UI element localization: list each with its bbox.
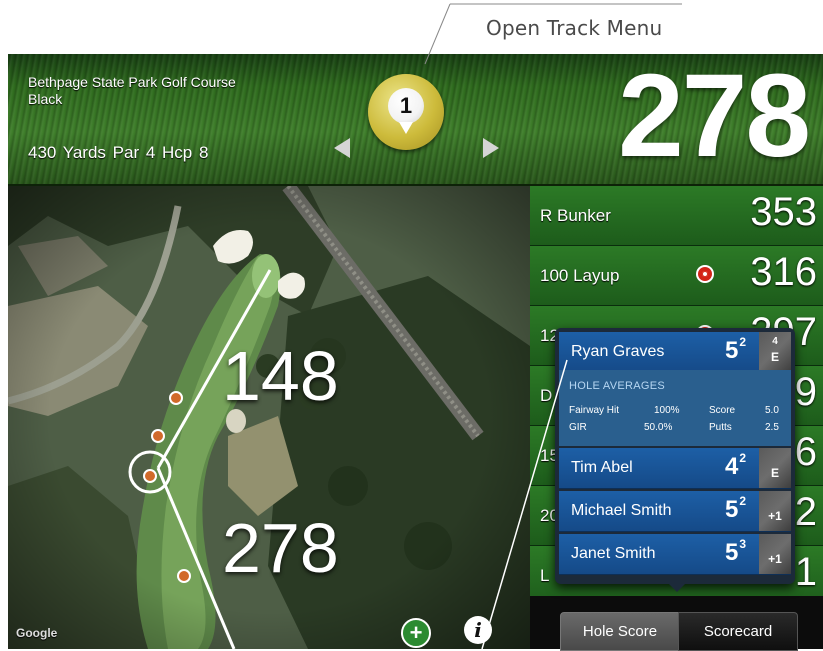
putts-value: 2.5 <box>765 422 779 433</box>
hole-selector-button[interactable]: 1 <box>368 74 444 150</box>
add-marker-button[interactable]: + <box>401 618 431 648</box>
to-par-value: E <box>770 350 779 364</box>
score-strokes: 4 <box>725 453 739 480</box>
bottom-bar: Hole Score Scorecard <box>530 596 823 651</box>
target-distance: 353 <box>750 190 817 234</box>
to-par-badge: E <box>759 448 791 488</box>
target-distance: 316 <box>750 250 817 294</box>
score-putts: 2 <box>739 494 747 508</box>
popup-pointer <box>667 582 687 592</box>
score-label: Score <box>709 405 736 416</box>
player-score: 42 <box>725 451 747 481</box>
player-row[interactable]: Ryan Graves 52 4 E <box>559 332 791 373</box>
to-par-badge: +1 <box>759 491 791 531</box>
hole-averages-panel: HOLE AVERAGES Fairway Hit 100% Score 5.0… <box>559 370 791 446</box>
player-name: Janet Smith <box>571 545 656 562</box>
putts-label: Putts <box>709 422 732 433</box>
player-score: 52 <box>725 494 747 524</box>
score-popup: Ryan Graves 52 4 E HOLE AVERAGES Fairway… <box>555 328 795 592</box>
player-row[interactable]: Michael Smith 52 +1 <box>559 491 791 532</box>
to-par-value: E <box>770 466 779 480</box>
map-distance-label-1: 148 <box>222 337 339 415</box>
score-putts: 2 <box>739 451 747 465</box>
hole-score-tab[interactable]: Hole Score <box>560 612 680 651</box>
scorecard-tab[interactable]: Scorecard <box>678 612 798 651</box>
hole-number: 1 <box>399 93 413 118</box>
to-par-badge: +1 <box>759 534 791 574</box>
target-distance: 6 <box>794 430 817 474</box>
to-par-value: +1 <box>768 509 782 523</box>
previous-hole-icon[interactable] <box>334 138 350 158</box>
course-name-block: Bethpage State Park Golf Course Black <box>28 74 236 108</box>
target-label: D <box>540 386 553 405</box>
player-score: 53 <box>725 537 747 567</box>
target-label: 100 Layup <box>540 266 620 285</box>
tee-icon <box>399 122 413 134</box>
player-name: Ryan Graves <box>571 343 665 360</box>
plus-icon: + <box>409 620 423 645</box>
score-putts: 2 <box>739 335 747 349</box>
course-header: Bethpage State Park Golf Course Black 43… <box>8 50 823 186</box>
next-hole-icon[interactable] <box>483 138 499 158</box>
target-distance: 2 <box>794 490 817 534</box>
hole-info: 430 Yards Par 4 Hcp 8 <box>28 143 209 162</box>
player-name: Tim Abel <box>571 459 633 476</box>
score-value: 5.0 <box>765 405 779 416</box>
player-row[interactable]: Tim Abel 42 E <box>559 448 791 489</box>
score-putts: 3 <box>739 537 747 551</box>
target-distance: 1 <box>794 550 817 594</box>
score-strokes: 5 <box>725 496 739 523</box>
map-attribution: Google <box>16 626 58 640</box>
map-distance-label-2: 278 <box>222 509 339 587</box>
averages-title: HOLE AVERAGES <box>569 380 666 392</box>
score-strokes: 5 <box>725 337 739 364</box>
target-label: L <box>540 566 550 585</box>
info-icon: i <box>474 618 482 642</box>
player-name: Michael Smith <box>571 502 672 519</box>
distance-to-green: 278 <box>618 50 811 182</box>
fairway-label: Fairway Hit <box>569 405 620 416</box>
golf-ball-icon: 1 <box>388 88 424 124</box>
target-distance: 9 <box>794 370 817 414</box>
gir-label: GIR <box>569 422 587 433</box>
player-score: 52 <box>725 335 747 365</box>
target-row[interactable]: 100 Layup 316 <box>530 246 823 306</box>
to-par-value: +1 <box>768 552 782 566</box>
callout-open-track-menu: Open Track Menu <box>486 16 663 40</box>
gir-value: 50.0% <box>644 422 673 433</box>
target-row[interactable]: R Bunker 353 <box>530 186 823 246</box>
course-name: Bethpage State Park Golf Course <box>28 74 236 90</box>
tee-name: Black <box>28 91 63 107</box>
hole-map[interactable]: 148 278 Google + i <box>8 186 530 649</box>
to-par-badge: 4 E <box>759 332 791 372</box>
player-row[interactable]: Janet Smith 53 +1 <box>559 534 791 575</box>
info-button[interactable]: i <box>464 616 492 644</box>
fairway-value: 100% <box>654 405 680 416</box>
target-label: R Bunker <box>540 206 611 225</box>
hole-note: 4 <box>772 336 778 347</box>
score-strokes: 5 <box>725 539 739 566</box>
target-icon[interactable] <box>696 265 714 283</box>
